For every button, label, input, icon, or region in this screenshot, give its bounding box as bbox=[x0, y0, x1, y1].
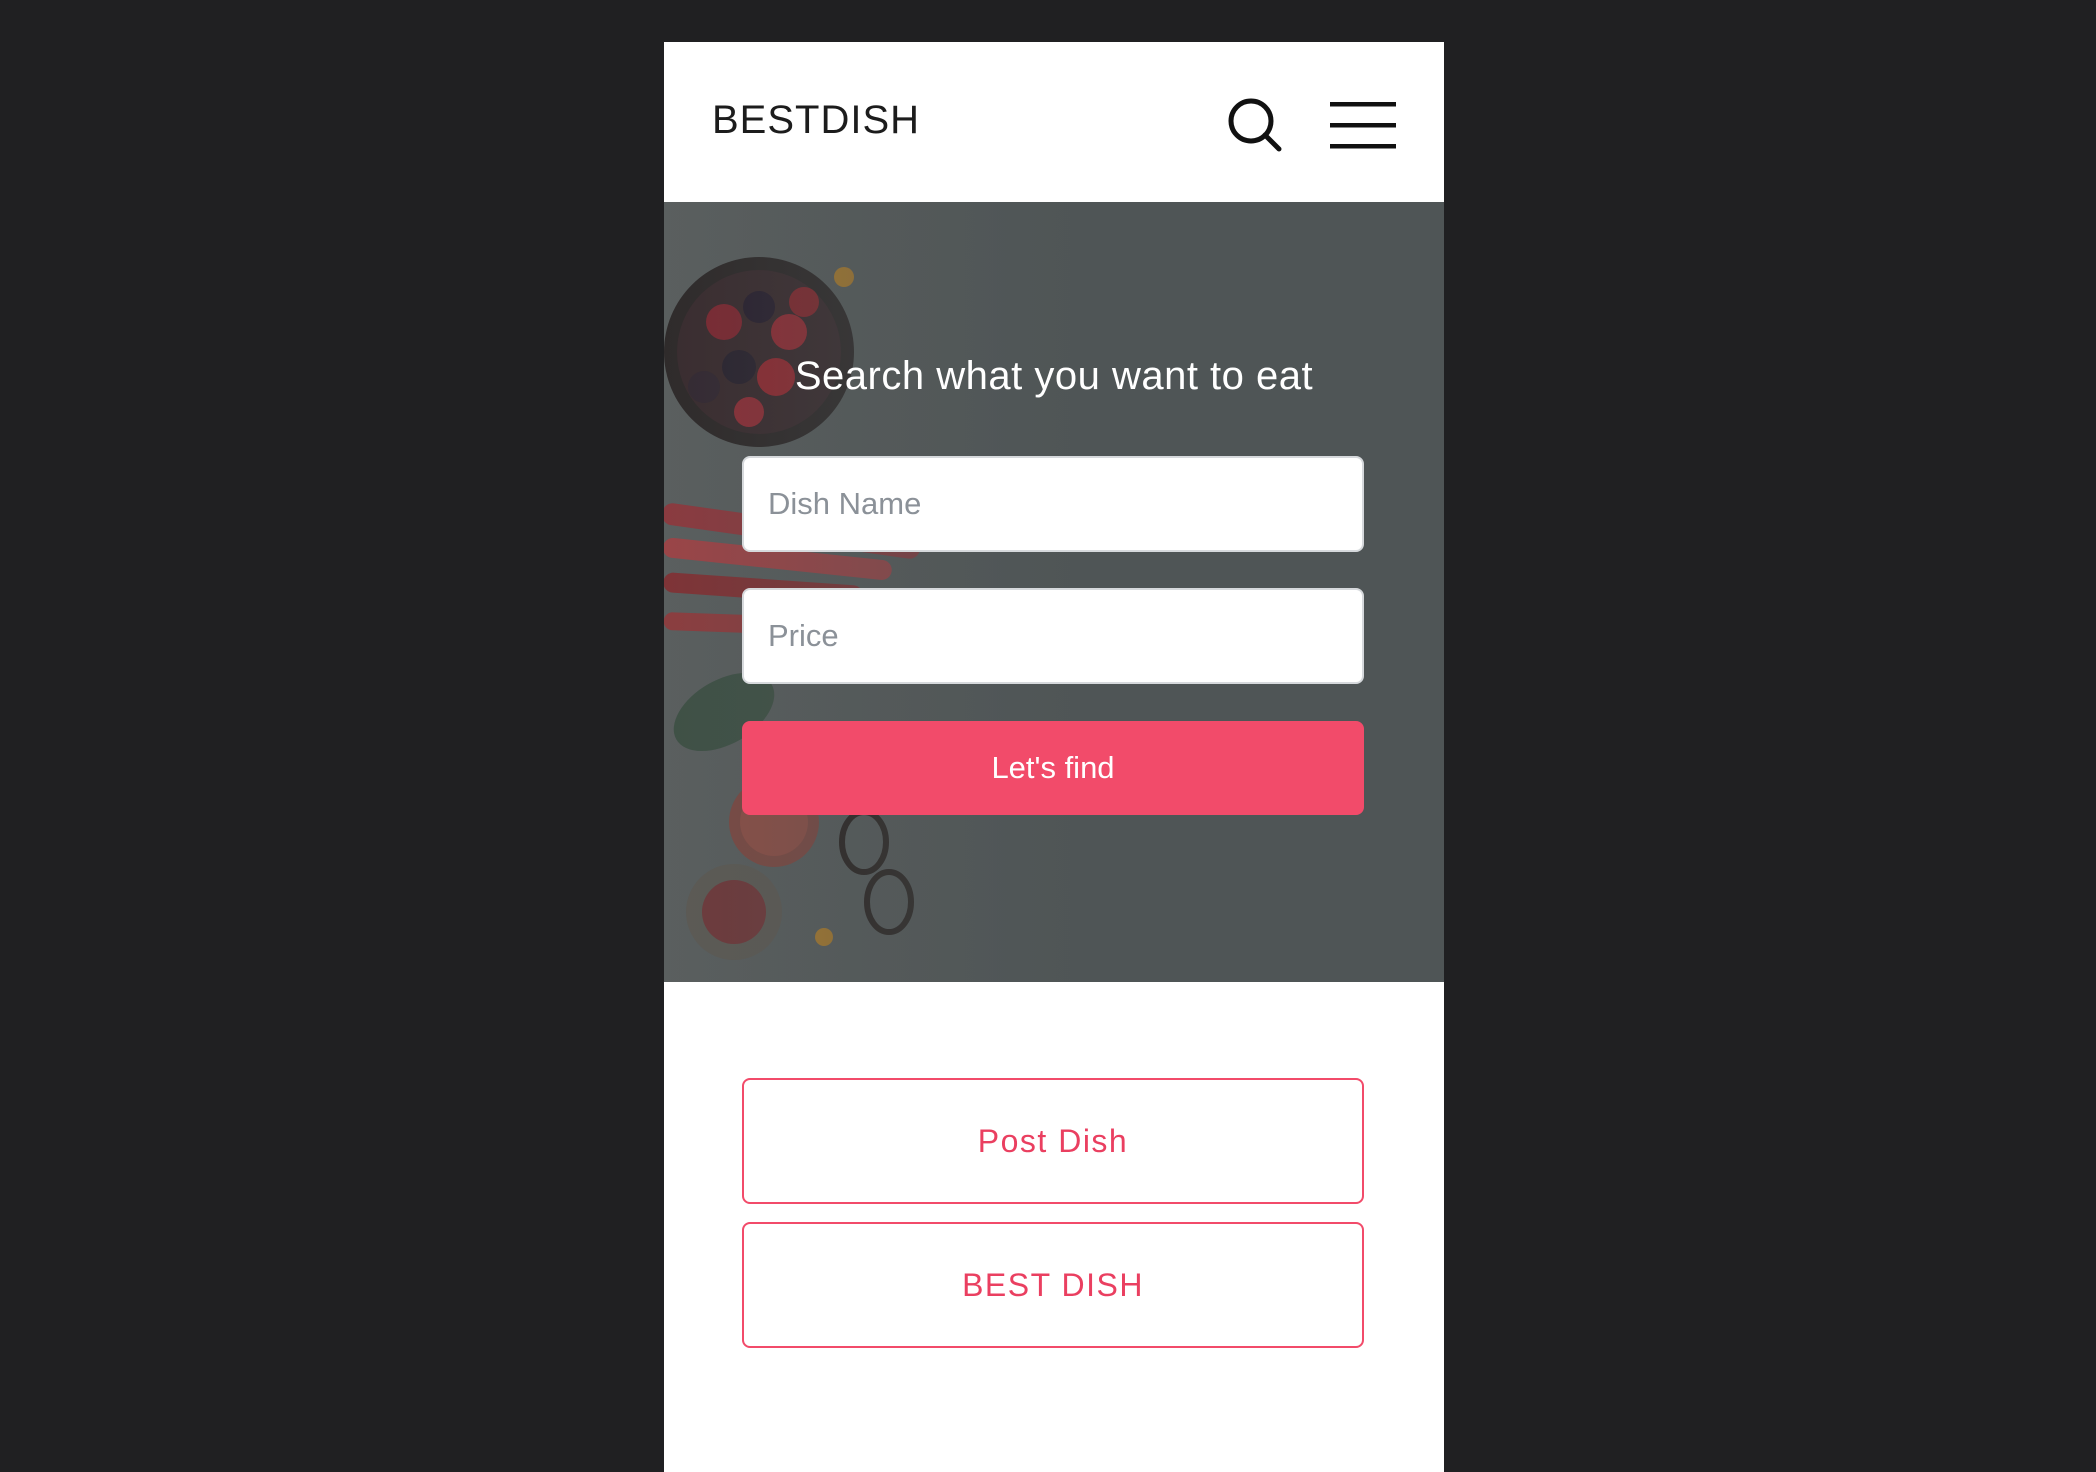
lets-find-button[interactable]: Let's find bbox=[742, 721, 1364, 815]
hero-search-section: Search what you want to eat Let's find bbox=[664, 202, 1444, 982]
best-dish-button[interactable]: BEST DISH bbox=[742, 1222, 1364, 1348]
dish-name-input[interactable] bbox=[742, 456, 1364, 552]
hamburger-menu-icon bbox=[1330, 102, 1396, 149]
hero-title: Search what you want to eat bbox=[794, 354, 1314, 398]
menu-button[interactable] bbox=[1330, 98, 1396, 154]
search-button[interactable] bbox=[1224, 94, 1288, 158]
price-input[interactable] bbox=[742, 588, 1364, 684]
post-dish-button[interactable]: Post Dish bbox=[742, 1078, 1364, 1204]
search-icon bbox=[1228, 98, 1282, 152]
navbar: BESTDISH bbox=[664, 42, 1444, 202]
mobile-viewport: BESTDISH Search what you want to eat Dis… bbox=[664, 42, 1444, 1472]
brand-logo[interactable]: BESTDISH bbox=[712, 98, 920, 143]
